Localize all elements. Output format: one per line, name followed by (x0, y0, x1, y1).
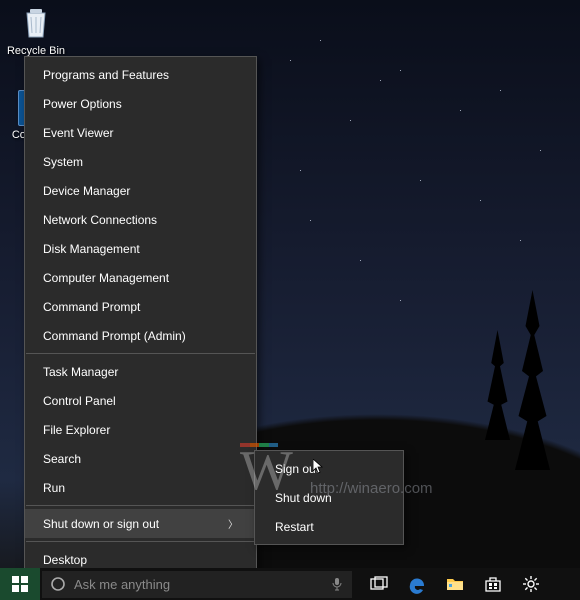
menu-item-device-manager[interactable]: Device Manager (25, 176, 256, 205)
menu-separator (26, 353, 255, 354)
menu-item-network-connections[interactable]: Network Connections (25, 205, 256, 234)
menu-item-command-prompt[interactable]: Command Prompt (25, 292, 256, 321)
submenu-item-label: Shut down (275, 491, 332, 505)
menu-item-run[interactable]: Run (25, 473, 256, 502)
menu-item-power-options[interactable]: Power Options (25, 89, 256, 118)
menu-item-command-prompt-admin[interactable]: Command Prompt (Admin) (25, 321, 256, 350)
menu-item-label: Command Prompt (43, 300, 140, 314)
submenu-item-sign-out[interactable]: Sign out (255, 454, 403, 483)
menu-item-computer-management[interactable]: Computer Management (25, 263, 256, 292)
menu-item-label: Power Options (43, 97, 122, 111)
submenu-item-label: Sign out (275, 462, 319, 476)
menu-separator (26, 541, 255, 542)
taskbar-edge[interactable] (398, 568, 436, 600)
edge-icon (407, 574, 427, 594)
menu-item-label: Desktop (43, 553, 87, 567)
submenu-item-shut-down[interactable]: Shut down (255, 483, 403, 512)
start-button[interactable] (0, 568, 40, 600)
menu-item-label: Computer Management (43, 271, 169, 285)
microphone-icon[interactable] (330, 577, 344, 591)
menu-item-label: Shut down or sign out (43, 517, 159, 531)
shutdown-submenu: Sign out Shut down Restart (254, 450, 404, 545)
menu-item-label: File Explorer (43, 423, 110, 437)
menu-item-label: Command Prompt (Admin) (43, 329, 186, 343)
menu-item-disk-management[interactable]: Disk Management (25, 234, 256, 263)
taskbar-file-explorer[interactable] (436, 568, 474, 600)
windows-logo-icon (12, 576, 28, 592)
taskbar-search[interactable]: Ask me anything (42, 571, 352, 598)
winx-context-menu: Programs and Features Power Options Event … (24, 56, 257, 578)
menu-item-control-panel[interactable]: Control Panel (25, 386, 256, 415)
taskbar-icons (360, 568, 550, 600)
menu-item-label: Event Viewer (43, 126, 113, 140)
menu-item-label: Search (43, 452, 81, 466)
menu-item-file-explorer[interactable]: File Explorer (25, 415, 256, 444)
store-icon (483, 574, 503, 594)
menu-item-label: Device Manager (43, 184, 130, 198)
menu-item-system[interactable]: System (25, 147, 256, 176)
menu-item-label: Disk Management (43, 242, 140, 256)
recycle-bin-icon (18, 6, 54, 42)
chevron-right-icon: 〉 (228, 516, 238, 531)
taskbar-settings[interactable] (512, 568, 550, 600)
task-view-icon (369, 574, 389, 594)
submenu-item-label: Restart (275, 520, 314, 534)
folder-icon (445, 574, 465, 594)
menu-separator (26, 505, 255, 506)
menu-item-task-manager[interactable]: Task Manager (25, 357, 256, 386)
menu-item-label: System (43, 155, 83, 169)
menu-item-search[interactable]: Search (25, 444, 256, 473)
cortana-icon (50, 576, 66, 592)
menu-item-shut-down-or-sign-out[interactable]: Shut down or sign out 〉 (25, 509, 256, 538)
menu-item-label: Network Connections (43, 213, 157, 227)
search-placeholder: Ask me anything (74, 577, 330, 592)
menu-item-label: Control Panel (43, 394, 116, 408)
menu-item-label: Run (43, 481, 65, 495)
taskbar: Ask me anything (0, 568, 580, 600)
menu-item-event-viewer[interactable]: Event Viewer (25, 118, 256, 147)
desktop-icon-recycle-bin[interactable]: Recycle Bin (6, 6, 66, 57)
menu-item-label: Task Manager (43, 365, 118, 379)
taskbar-store[interactable] (474, 568, 512, 600)
gear-icon (521, 574, 541, 594)
submenu-item-restart[interactable]: Restart (255, 512, 403, 541)
menu-item-label: Programs and Features (43, 68, 169, 82)
menu-item-programs-and-features[interactable]: Programs and Features (25, 60, 256, 89)
task-view-button[interactable] (360, 568, 398, 600)
